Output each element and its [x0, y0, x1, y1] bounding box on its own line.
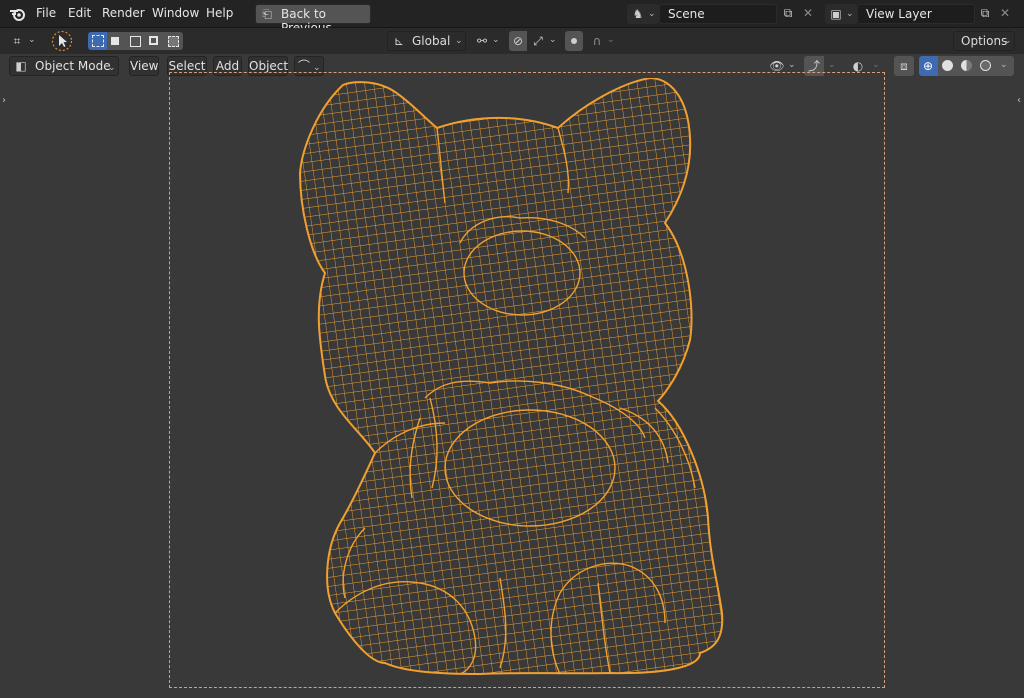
orientation-icon: ⊾ [393, 34, 405, 48]
select-tool-button[interactable] [50, 30, 74, 52]
chevron-down-icon: ⌄ [607, 35, 615, 45]
overlay-icon: ◐ [852, 59, 864, 73]
shading-render-button[interactable] [976, 56, 995, 76]
view-layer-selector[interactable]: ▣ ⌄ [825, 4, 857, 24]
snap-target-dropdown[interactable]: ⤢ ⌄ [528, 31, 560, 51]
proportional-toggle[interactable] [565, 31, 583, 51]
shading-solid-button[interactable] [938, 56, 957, 76]
chevron-down-icon: ⌄ [28, 35, 36, 45]
render-icon [980, 60, 991, 71]
chevron-down-icon: ⌄ [788, 60, 796, 70]
snap-toggle[interactable]: ⊘ [509, 31, 527, 51]
curve-icon: ⌒ [297, 59, 310, 73]
shading-options-dropdown[interactable]: ⌄ [995, 56, 1014, 76]
select-mode-group [88, 32, 184, 50]
select-subtract-icon [130, 36, 141, 47]
pivot-dropdown[interactable]: ⚯ ⌄ [472, 31, 502, 51]
select-mode-subtract-button[interactable] [126, 32, 145, 50]
sidebar-expand-arrow-icon[interactable]: ‹ [1015, 94, 1023, 108]
chevron-down-icon: ⌄ [549, 35, 557, 45]
menu-window[interactable]: Window [152, 6, 199, 20]
chevron-down-icon: ⌄ [1000, 60, 1008, 70]
chevron-down-icon: ⌄ [872, 60, 880, 70]
select-new-icon [92, 35, 104, 47]
pivot-icon: ⚯ [476, 34, 488, 48]
shading-wireframe-button[interactable]: ⊕ [919, 56, 938, 76]
duplicate-icon[interactable]: ⧉ [977, 6, 993, 20]
toolbar-expand-arrow-icon[interactable]: › [0, 94, 8, 108]
orientation-label: Global [412, 34, 451, 48]
object-mode-label: Object Mode [35, 59, 111, 73]
options-dropdown[interactable]: Options ⌄ [953, 31, 1015, 51]
proportional-icon [571, 38, 577, 44]
falloff-icon: ∩ [592, 34, 602, 48]
material-icon [961, 60, 972, 71]
editor-type-icon: ⌗ [13, 34, 21, 48]
scene-selector[interactable]: ♞ ⌄ [627, 4, 659, 24]
chevron-down-icon: ⌄ [455, 36, 463, 46]
proportional-falloff-dropdown[interactable]: ∩ ⌄ [587, 31, 617, 51]
snap-target-icon: ⤢ [533, 34, 543, 48]
select-difference-icon [149, 36, 158, 45]
menu-render[interactable]: Render [102, 6, 145, 20]
back-icon: ⎗ [262, 7, 272, 21]
view-layer-icon: ▣ [830, 7, 842, 21]
view-menu[interactable]: View [129, 56, 159, 76]
close-icon[interactable]: ✕ [801, 6, 815, 20]
chevron-down-icon: ⌄ [492, 35, 500, 45]
chevron-down-icon: ⌄ [1004, 36, 1012, 46]
camera-frame [169, 72, 885, 688]
blender-icon[interactable] [9, 6, 27, 22]
view-layer-name-field[interactable]: View Layer [857, 4, 975, 24]
transform-orientation-dropdown[interactable]: ⊾ Global ⌄ [387, 31, 466, 51]
select-mode-difference-button[interactable] [145, 32, 164, 50]
select-mode-new-button[interactable] [88, 32, 107, 50]
close-icon[interactable]: ✕ [998, 6, 1012, 20]
select-intersect-icon [168, 36, 179, 47]
chevron-down-icon: ⌄ [108, 63, 116, 73]
shading-material-button[interactable] [957, 56, 976, 76]
menu-edit[interactable]: Edit [68, 6, 91, 20]
scene-icon: ♞ [632, 7, 644, 21]
scene-name-field[interactable]: Scene [659, 4, 777, 24]
menu-help[interactable]: Help [206, 6, 233, 20]
wireframe-icon: ⊕ [922, 59, 934, 73]
object-mode-icon: ◧ [15, 59, 27, 73]
cursor-icon [51, 30, 73, 52]
gizmo-icon: ⤴ [807, 59, 820, 73]
xray-toggle[interactable]: ⧈ [894, 56, 914, 76]
back-to-previous-button[interactable]: ⎗ Back to Previous [255, 4, 371, 35]
options-label: Options [961, 34, 1008, 48]
editor-type-dropdown[interactable]: ⌗ ⌄ [9, 32, 39, 50]
object-mode-dropdown[interactable]: ◧ Object Mode ⌄ [9, 56, 119, 76]
select-mode-intersect-button[interactable] [164, 32, 183, 50]
select-extend-icon [111, 37, 119, 45]
tool-settings-bar: ⌗ ⌄ ⊾ Global ⌄ ⚯ ⌄ ⊘ ⤢ ⌄ ∩ ⌄ Options ⌄ [0, 28, 1024, 54]
chevron-down-icon: ⌄ [846, 9, 854, 19]
duplicate-icon[interactable]: ⧉ [780, 6, 796, 20]
xray-icon: ⧈ [900, 59, 908, 73]
chevron-down-icon: ⌄ [828, 60, 836, 70]
snap-icon: ⊘ [512, 34, 524, 48]
eye-icon: 👁 [769, 59, 785, 73]
chevron-down-icon: ⌄ [648, 9, 656, 19]
menu-file[interactable]: File [36, 6, 56, 20]
select-mode-extend-button[interactable] [107, 32, 126, 50]
top-bar: File Edit Render Window Help ⎗ Back to P… [0, 0, 1024, 35]
solid-icon [942, 60, 953, 71]
